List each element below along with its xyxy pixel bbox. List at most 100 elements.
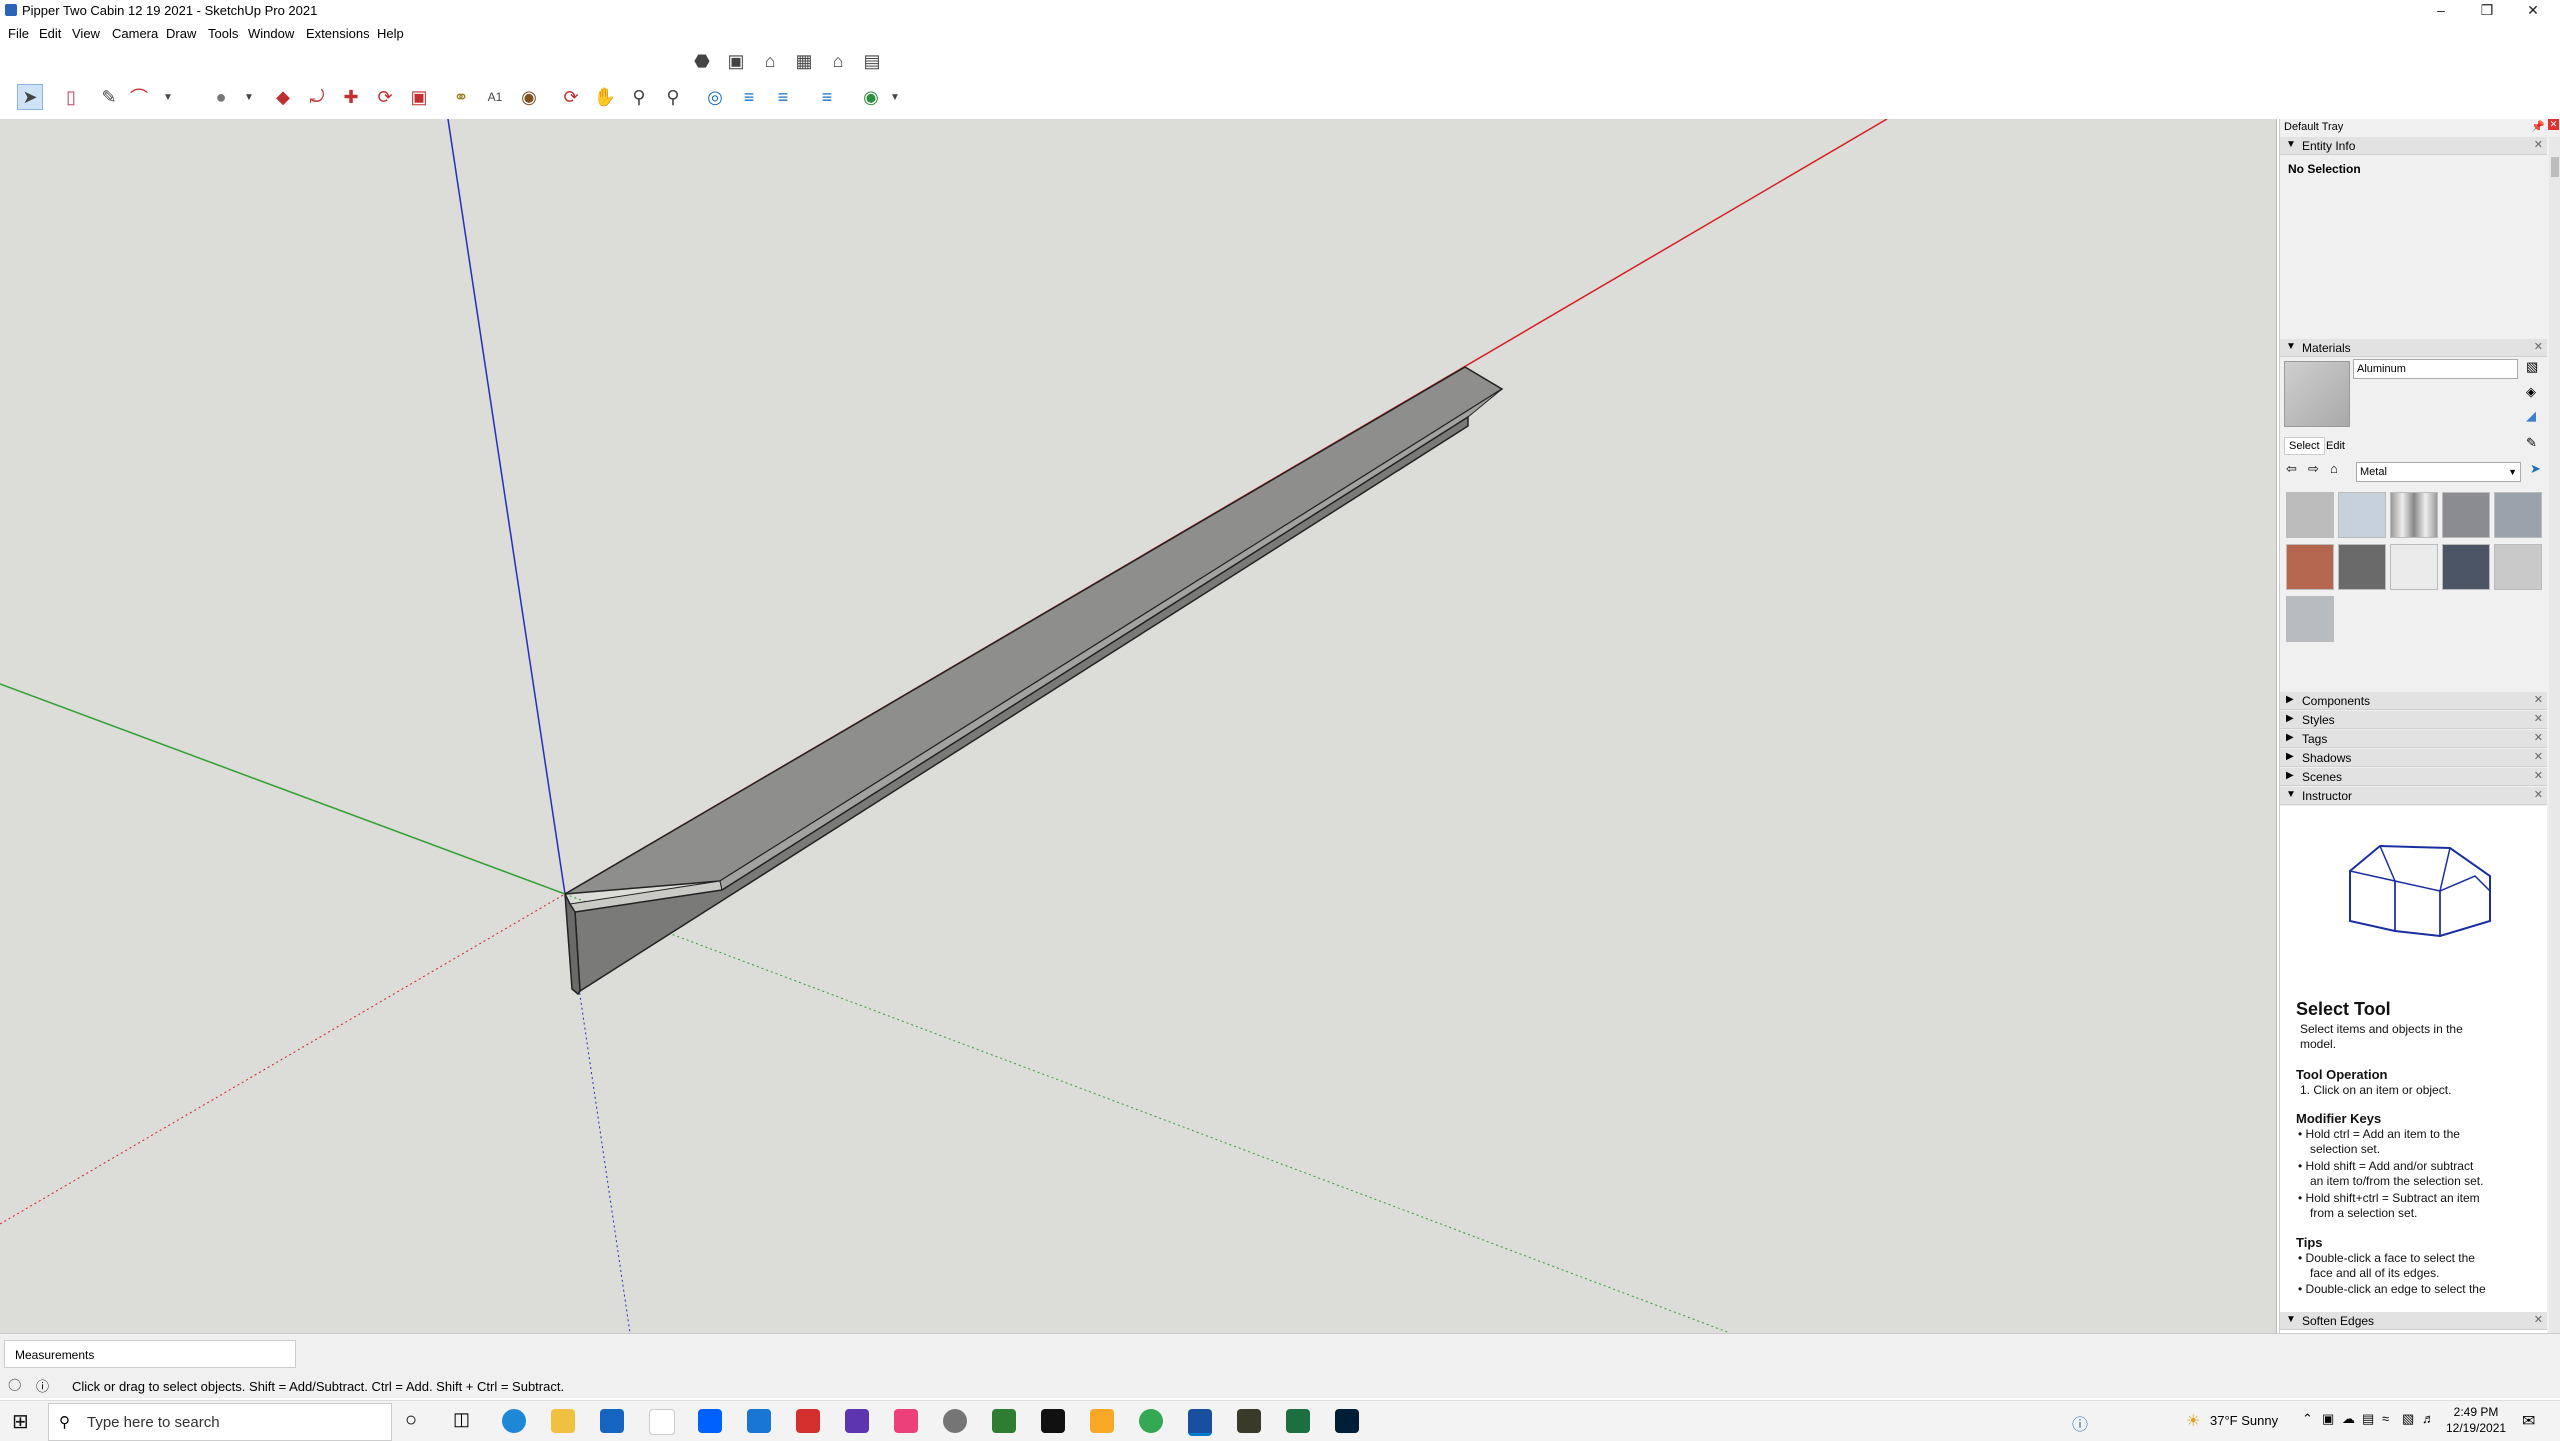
top-view-icon[interactable]: ▣ — [723, 48, 749, 74]
tab-select[interactable]: Select — [2284, 437, 2325, 455]
components-header[interactable]: ▶ Components ✕ — [2280, 692, 2547, 710]
menu-extensions[interactable]: Extensions — [306, 26, 370, 41]
chevron-up-icon[interactable]: ⌃ — [2302, 1411, 2313, 1427]
front-view-icon[interactable]: ⌂ — [757, 48, 783, 74]
clock-time[interactable]: 2:49 PM — [2446, 1405, 2506, 1419]
photo-app-icon[interactable] — [894, 1409, 918, 1433]
warehouse-dropdown-icon[interactable]: ▼ — [882, 84, 908, 110]
arc-dropdown-icon[interactable]: ▼ — [155, 84, 181, 110]
pin-icon[interactable]: 📌 — [2531, 120, 2545, 133]
amazon-icon[interactable] — [649, 1409, 675, 1435]
home-icon[interactable]: ⌂ — [2330, 461, 2338, 476]
material-name-field[interactable]: Aluminum — [2353, 359, 2518, 379]
soften-edges-header[interactable]: ▼ Soften Edges ✕ — [2280, 1312, 2547, 1330]
zoom-icon[interactable]: ⚲ — [626, 84, 652, 110]
tags-icon[interactable]: ≡ — [770, 84, 796, 110]
layout-app-icon[interactable] — [1237, 1409, 1261, 1433]
menu-edit[interactable]: Edit — [39, 26, 61, 41]
panel-close-icon[interactable]: ✕ — [2534, 340, 2543, 353]
push-pull-icon[interactable]: ◆ — [270, 84, 296, 110]
material-swatch[interactable] — [2442, 544, 2490, 590]
menu-help[interactable]: Help — [377, 26, 404, 41]
display-icon[interactable]: ▤ — [2362, 1411, 2374, 1427]
close-icon[interactable]: ✕ — [2510, 0, 2556, 22]
section-plane-icon[interactable]: ◎ — [702, 84, 728, 110]
create-material-icon[interactable]: ▧ — [2526, 359, 2538, 375]
volume-icon[interactable]: ♬ — [2422, 1411, 2435, 1426]
material-swatch[interactable] — [2390, 544, 2438, 590]
battery-icon[interactable]: ▧ — [2402, 1411, 2414, 1427]
cortana-icon[interactable]: ○ — [405, 1409, 417, 1432]
rotate-icon[interactable]: ⟳ — [372, 84, 398, 110]
panel-close-icon[interactable]: ✕ — [2534, 712, 2543, 725]
tray-close-icon[interactable]: ✕ — [2548, 119, 2559, 130]
follow-me-icon[interactable]: ⤾ — [304, 84, 330, 110]
minimize-icon[interactable]: – — [2418, 0, 2464, 22]
panel-close-icon[interactable]: ✕ — [2534, 750, 2543, 763]
select-icon[interactable]: ➤ — [17, 84, 43, 110]
panel-close-icon[interactable]: ✕ — [2534, 788, 2543, 801]
weather-icon[interactable]: ☀ — [2186, 1411, 2200, 1431]
audio-app-icon[interactable] — [845, 1409, 869, 1433]
app-s-icon[interactable] — [747, 1409, 771, 1433]
text-icon[interactable]: A1 — [482, 84, 508, 110]
model-viewport[interactable] — [0, 119, 2277, 1333]
paint-bucket-icon[interactable]: ◉ — [516, 84, 542, 110]
pencil-icon[interactable]: ✎ — [96, 84, 122, 110]
menu-view[interactable]: View — [72, 26, 100, 41]
sketchup-taskbar-icon[interactable] — [1188, 1409, 1212, 1436]
scale-icon[interactable]: ▣ — [406, 84, 432, 110]
task-view-icon[interactable]: ◫ — [453, 1409, 470, 1430]
weather-text[interactable]: 37°F Sunny — [2210, 1413, 2278, 1428]
terminal-app-icon[interactable] — [1041, 1409, 1065, 1433]
right-view-icon[interactable]: ▦ — [791, 48, 817, 74]
materials-header[interactable]: ▼ Materials ✕ — [2280, 339, 2547, 357]
photoshop-icon[interactable] — [1335, 1409, 1359, 1433]
material-swatch[interactable] — [2286, 596, 2334, 642]
restore-icon[interactable]: ❐ — [2464, 0, 2510, 22]
material-swatch[interactable] — [2442, 492, 2490, 538]
eraser-icon[interactable]: ▯ — [58, 84, 84, 110]
menu-camera[interactable]: Camera — [112, 26, 158, 41]
entity-info-header[interactable]: ▼ Entity Info ✕ — [2280, 137, 2547, 155]
help-icon[interactable]: ⓘ — [2072, 1411, 2088, 1435]
tape-measure-icon[interactable]: ⚭ — [448, 84, 474, 110]
taskbar-search-input[interactable]: ⚲ Type here to search — [48, 1403, 392, 1441]
tray-app-icon[interactable]: ▣ — [2322, 1411, 2334, 1427]
instructor-header[interactable]: ▼ Instructor ✕ — [2280, 787, 2547, 805]
wifi-icon[interactable]: ≈ — [2382, 1411, 2389, 1426]
panel-close-icon[interactable]: ✕ — [2534, 693, 2543, 706]
scrollbar-thumb[interactable] — [2551, 157, 2559, 177]
styles-header[interactable]: ▶ Styles ✕ — [2280, 711, 2547, 729]
back-view-icon[interactable]: ⌂ — [825, 48, 851, 74]
paint-icon[interactable]: ◢ — [2526, 408, 2536, 424]
shape-dropdown-icon[interactable]: ▼ — [236, 84, 262, 110]
move-icon[interactable]: ✚ — [338, 84, 364, 110]
circle-icon[interactable]: ● — [208, 84, 234, 110]
sample-paint-icon[interactable]: ✎ — [2526, 435, 2537, 451]
orbit-icon[interactable]: ⟳ — [558, 84, 584, 110]
material-swatch[interactable] — [2390, 492, 2438, 538]
left-view-icon[interactable]: ▤ — [859, 48, 885, 74]
material-swatch[interactable] — [2494, 492, 2542, 538]
material-swatch[interactable] — [2286, 492, 2334, 538]
money-app-icon[interactable] — [992, 1409, 1016, 1433]
scenes-header[interactable]: ▶ Scenes ✕ — [2280, 768, 2547, 786]
section-cut-icon[interactable]: ≡ — [736, 84, 762, 110]
settings-app-icon[interactable] — [943, 1409, 967, 1433]
menu-tools[interactable]: Tools — [208, 26, 238, 41]
default-material-icon[interactable]: ◈ — [2526, 384, 2536, 400]
app-cube-icon[interactable] — [796, 1409, 820, 1433]
forward-icon[interactable]: ⇨ — [2308, 461, 2319, 477]
arc-icon[interactable]: ⌒ — [126, 84, 152, 110]
shadows-header[interactable]: ▶ Shadows ✕ — [2280, 749, 2547, 767]
text-app-icon[interactable] — [1090, 1409, 1114, 1433]
panel-close-icon[interactable]: ✕ — [2534, 138, 2543, 151]
measurements-box[interactable]: Measurements — [4, 1340, 296, 1368]
clock-date[interactable]: 12/19/2021 — [2446, 1421, 2506, 1435]
material-swatch[interactable] — [2494, 544, 2542, 590]
menu-window[interactable]: Window — [248, 26, 294, 41]
material-swatch[interactable] — [2338, 492, 2386, 538]
menu-file[interactable]: File — [8, 26, 29, 41]
windows-start-icon[interactable]: ⊞ — [12, 1409, 29, 1434]
